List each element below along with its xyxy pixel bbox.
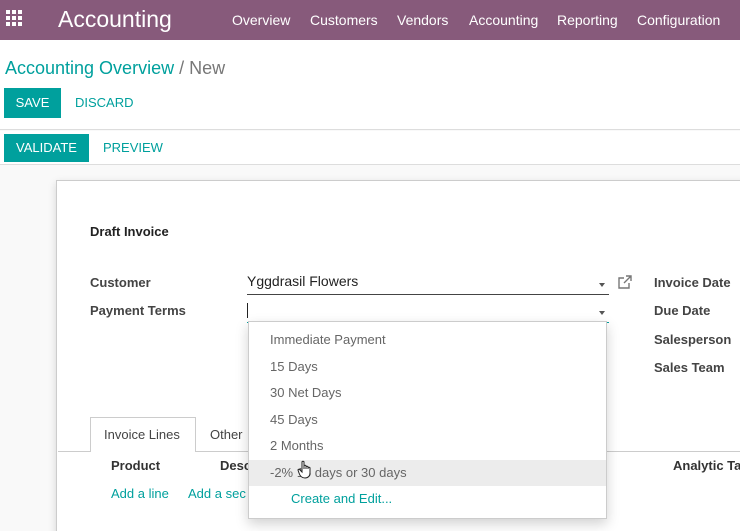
create-and-edit-link[interactable]: Create and Edit...: [249, 486, 606, 512]
add-line-link[interactable]: Add a line: [111, 486, 169, 501]
caret-down-icon[interactable]: [599, 311, 605, 315]
menu-overview[interactable]: Overview: [232, 12, 290, 28]
breadcrumb-parent[interactable]: Accounting Overview: [5, 58, 174, 78]
due-date-label: Due Date: [654, 303, 711, 318]
form-title: Draft Invoice: [90, 224, 169, 239]
top-navbar: Accounting Overview Customers Vendors Ac…: [0, 0, 740, 40]
caret-down-icon[interactable]: [599, 283, 605, 287]
tab-invoice-lines-label[interactable]: Invoice Lines: [104, 427, 180, 442]
control-panel: [0, 40, 740, 130]
breadcrumb-current: New: [189, 58, 226, 78]
menu-reporting[interactable]: Reporting: [557, 12, 618, 28]
menu-accounting[interactable]: Accounting: [469, 12, 538, 28]
invoice-date-label: Invoice Date: [654, 275, 731, 290]
dropdown-option[interactable]: 15 Days: [249, 354, 606, 380]
customer-label: Customer: [90, 275, 151, 290]
column-analytic-tags: Analytic Ta: [673, 458, 740, 473]
dropdown-option[interactable]: 45 Days: [249, 407, 606, 433]
app-title[interactable]: Accounting: [58, 6, 172, 33]
text-cursor: [247, 303, 248, 318]
validate-button[interactable]: VALIDATE: [4, 134, 89, 162]
menu-configuration[interactable]: Configuration: [637, 12, 720, 28]
payment-terms-dropdown: Immediate Payment 15 Days 30 Net Days 45…: [248, 321, 607, 519]
menu-customers[interactable]: Customers: [310, 12, 378, 28]
payment-terms-input[interactable]: [247, 301, 609, 323]
preview-button[interactable]: PREVIEW: [103, 140, 163, 155]
save-button[interactable]: SAVE: [4, 88, 61, 118]
breadcrumb-separator: /: [179, 58, 185, 78]
customer-value: Yggdrasil Flowers: [247, 273, 359, 289]
column-description: Desc: [220, 458, 252, 473]
apps-grid-icon[interactable]: [6, 10, 22, 26]
salesperson-label: Salesperson: [654, 332, 732, 347]
discard-button[interactable]: DISCARD: [75, 95, 134, 110]
customer-field[interactable]: Yggdrasil Flowers: [247, 273, 609, 295]
dropdown-option[interactable]: 2 Months: [249, 433, 606, 459]
add-section-link[interactable]: Add a sec: [188, 486, 246, 501]
breadcrumb: Accounting Overview / New: [5, 58, 225, 79]
column-product: Product: [111, 458, 161, 473]
tab-other-info[interactable]: Other: [210, 427, 243, 442]
menu-vendors[interactable]: Vendors: [397, 12, 448, 28]
external-link-icon[interactable]: [618, 275, 632, 289]
dropdown-option[interactable]: 30 Net Days: [249, 380, 606, 406]
sales-team-label: Sales Team: [654, 360, 725, 375]
hand-cursor-icon: [297, 460, 311, 479]
dropdown-option[interactable]: Immediate Payment: [249, 327, 606, 353]
payment-terms-label: Payment Terms: [90, 303, 186, 318]
